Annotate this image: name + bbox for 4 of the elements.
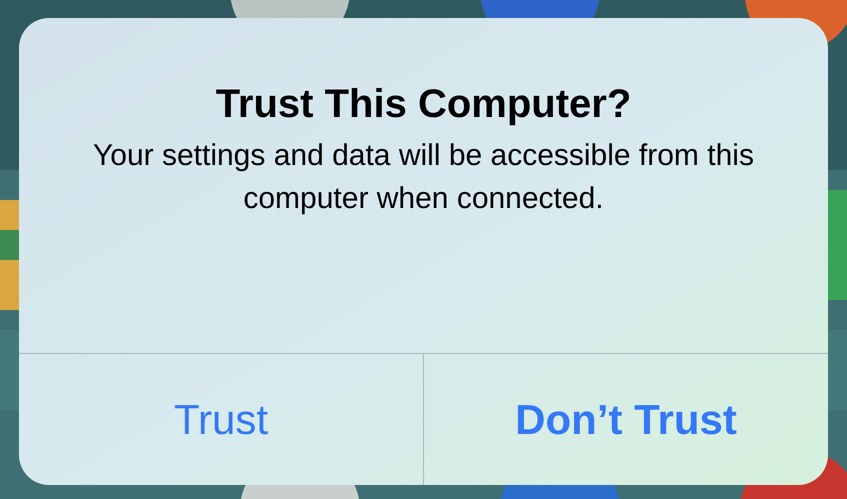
alert-title: Trust This Computer? bbox=[216, 81, 632, 128]
alert-message: Your settings and data will be accessible from this computer when connected. bbox=[92, 138, 755, 217]
alert-button[interactable]: Trust bbox=[19, 354, 423, 485]
alert-button[interactable]: Don’t Trust bbox=[423, 354, 828, 485]
